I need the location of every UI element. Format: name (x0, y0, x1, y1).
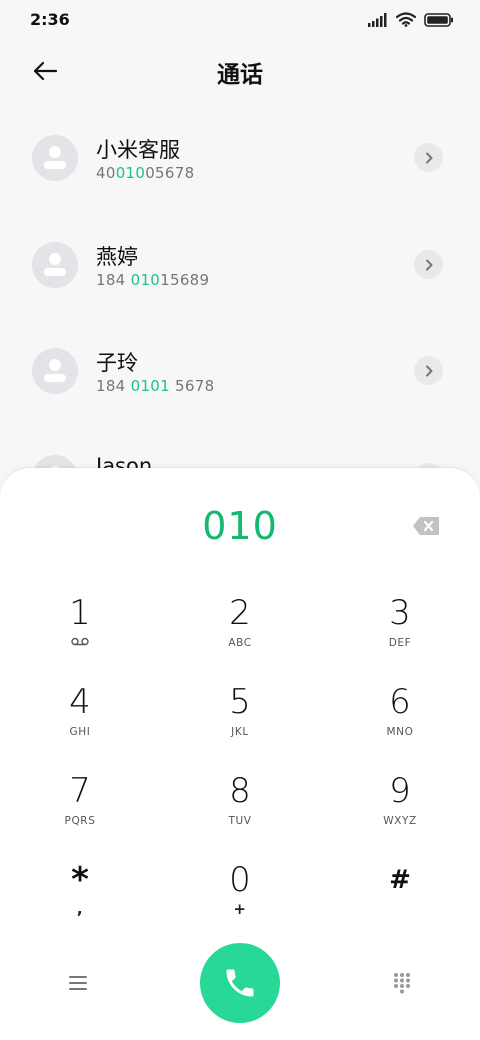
match-highlight: 0101 (130, 377, 170, 395)
match-highlight: 010 (115, 164, 146, 182)
page-title: 通话 (217, 62, 263, 88)
contact-details-button[interactable] (414, 250, 443, 279)
chevron-right-icon (425, 365, 432, 376)
key-star[interactable]: * , (20, 860, 140, 944)
key-5[interactable]: 5 JKL (180, 682, 300, 766)
key-1[interactable]: 1 (20, 593, 140, 677)
status-icons (368, 12, 454, 27)
backspace-icon (413, 517, 439, 535)
person-icon (44, 359, 66, 382)
status-time: 2:36 (30, 10, 70, 29)
key-9[interactable]: 9 WXYZ (340, 771, 460, 855)
key-2[interactable]: 2 ABC (180, 593, 300, 677)
wifi-icon (396, 12, 416, 27)
avatar (32, 135, 78, 181)
contact-details-button[interactable] (414, 356, 443, 385)
key-0[interactable]: 0 + (180, 860, 300, 944)
key-3[interactable]: 3 DEF (340, 593, 460, 677)
status-bar: 2:36 (0, 0, 480, 42)
contact-number: 184 01015689 (96, 271, 210, 289)
avatar (32, 348, 78, 394)
dialer-bottom-bar (0, 938, 480, 1028)
key-4[interactable]: 4 GHI (20, 682, 140, 766)
menu-icon (69, 976, 87, 990)
contact-name: 燕婷 (96, 245, 138, 269)
key-6[interactable]: 6 MNO (340, 682, 460, 766)
contact-row[interactable]: 小米客服 4001005678 (0, 112, 480, 202)
person-icon (44, 253, 66, 276)
voicemail-icon (71, 637, 89, 646)
dialpad-icon (394, 973, 410, 994)
match-highlight: 010 (130, 271, 161, 289)
dialed-number[interactable]: 010 (0, 504, 480, 548)
person-icon (44, 146, 66, 169)
key-8[interactable]: 8 TUV (180, 771, 300, 855)
battery-icon (424, 12, 453, 27)
contact-name: 子玲 (96, 351, 138, 375)
signal-icon (368, 12, 387, 27)
dialpad-toggle-button[interactable] (382, 963, 422, 1003)
chevron-right-icon (425, 259, 432, 270)
contact-row[interactable]: 燕婷 184 01015689 (0, 219, 480, 309)
backspace-button[interactable] (410, 514, 442, 538)
avatar (32, 242, 78, 288)
contact-row[interactable]: 子玲 184 0101 5678 (0, 325, 480, 415)
chevron-right-icon (425, 152, 432, 163)
header: 通话 (0, 48, 480, 92)
contact-details-button[interactable] (414, 143, 443, 172)
key-hash[interactable]: # (340, 860, 460, 944)
contact-number: 4001005678 (96, 164, 195, 182)
call-button[interactable] (200, 943, 280, 1023)
contact-number: 184 0101 5678 (96, 377, 215, 395)
dial-panel: 010 1 2 ABC 3 DEF 4 GHI 5 JKL 6 MNO 7 PQ… (0, 468, 480, 1040)
phone-icon (226, 969, 254, 997)
key-7[interactable]: 7 PQRS (20, 771, 140, 855)
menu-button[interactable] (58, 963, 98, 1003)
contact-name: 小米客服 (96, 138, 180, 162)
